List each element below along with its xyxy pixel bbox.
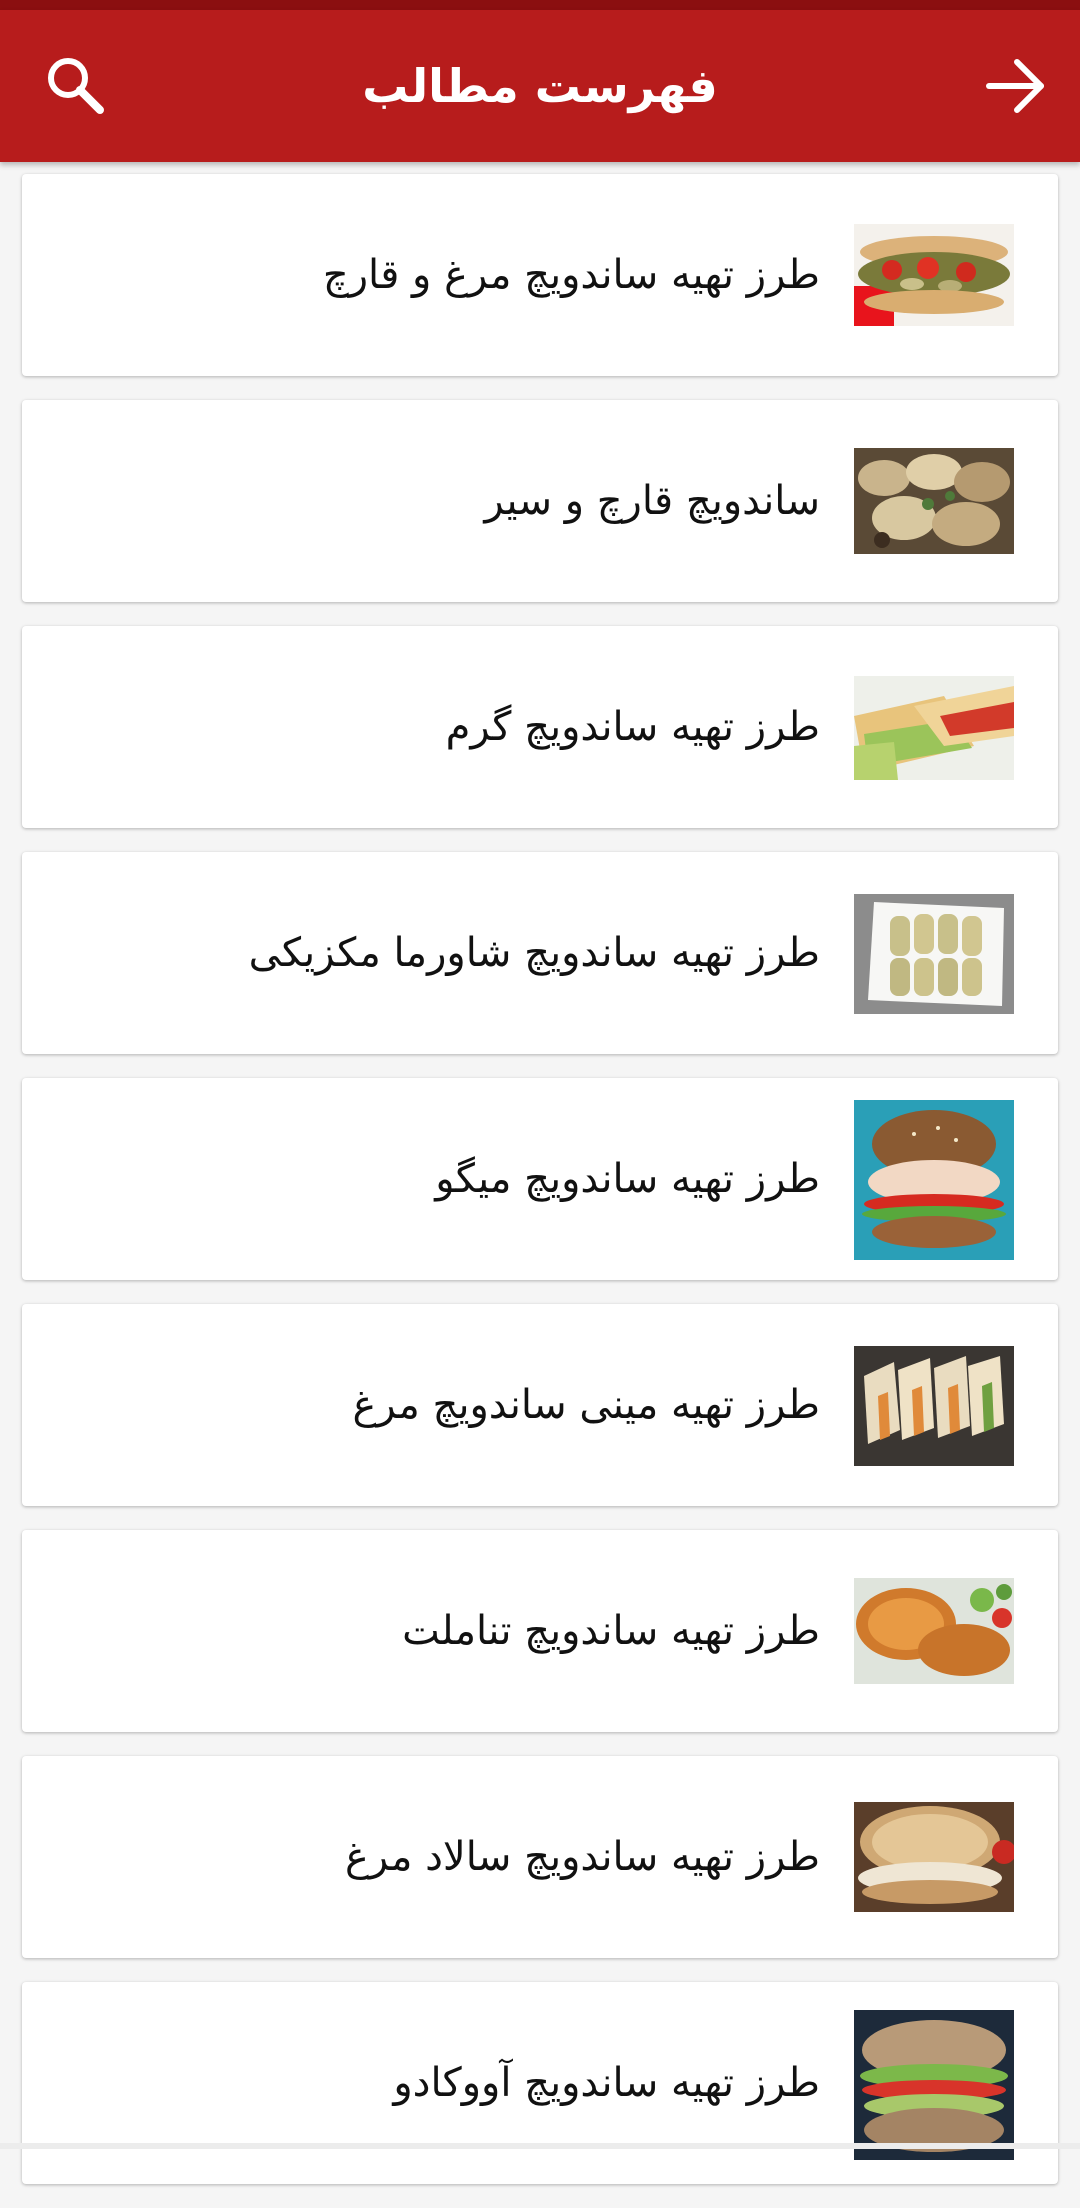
list-item[interactable]: طرز تهیه ساندویچ آووکادو — [22, 1982, 1058, 2184]
hot-sandwich-image — [854, 676, 1014, 780]
chicken-salad-sandwich-image — [854, 1802, 1014, 1912]
mexican-shawarma-image — [854, 894, 1014, 1014]
list-item[interactable]: طرز تهیه ساندویچ میگو — [22, 1078, 1058, 1280]
list-item-label: طرز تهیه ساندویچ گرم — [445, 704, 820, 750]
list-item[interactable]: طرز تهیه ساندویچ سالاد مرغ — [22, 1756, 1058, 1958]
shrimp-sandwich-image — [854, 1100, 1014, 1260]
bottom-divider — [0, 2143, 1080, 2149]
list-item[interactable]: طرز تهیه مینی ساندویچ مرغ — [22, 1304, 1058, 1506]
list-item[interactable]: طرز تهیه ساندویچ شاورما مکزیکی — [22, 852, 1058, 1054]
page-title: فهرست مطالب — [362, 59, 718, 113]
recipe-list: طرز تهیه ساندویچ مرغ و قارچ ساندویچ قارچ… — [22, 174, 1058, 2208]
list-item-label: طرز تهیه ساندویچ تناملت — [402, 1608, 820, 1654]
list-item-label: ساندویچ قارچ و سیر — [484, 478, 820, 524]
list-item[interactable]: طرز تهیه ساندویچ گرم — [22, 626, 1058, 828]
mini-chicken-sandwich-image — [854, 1346, 1014, 1466]
avocado-sandwich-image — [854, 2010, 1014, 2160]
list-item-label: طرز تهیه مینی ساندویچ مرغ — [352, 1382, 820, 1428]
list-item-label: طرز تهیه ساندویچ مرغ و قارچ — [322, 252, 820, 298]
app-bar: فهرست مطالب — [0, 10, 1080, 162]
list-item-label: طرز تهیه ساندویچ سالاد مرغ — [345, 1834, 820, 1880]
back-button[interactable] — [978, 48, 1054, 124]
list-item-label: طرز تهیه ساندویچ آووکادو — [393, 2060, 820, 2106]
list-item-label: طرز تهیه ساندویچ شاورما مکزیکی — [248, 930, 820, 976]
list-item-label: طرز تهیه ساندویچ میگو — [435, 1156, 820, 1202]
list-item[interactable]: ساندویچ قارچ و سیر — [22, 400, 1058, 602]
status-strip — [0, 0, 1080, 10]
list-item[interactable]: طرز تهیه ساندویچ مرغ و قارچ — [22, 174, 1058, 376]
mushroom-garlic-sandwich-image — [854, 448, 1014, 554]
arrow-right-icon — [986, 59, 1044, 113]
tuna-melt-image — [854, 1578, 1014, 1684]
chicken-mushroom-sandwich-image — [854, 224, 1014, 326]
list-item[interactable]: طرز تهیه ساندویچ تناملت — [22, 1530, 1058, 1732]
